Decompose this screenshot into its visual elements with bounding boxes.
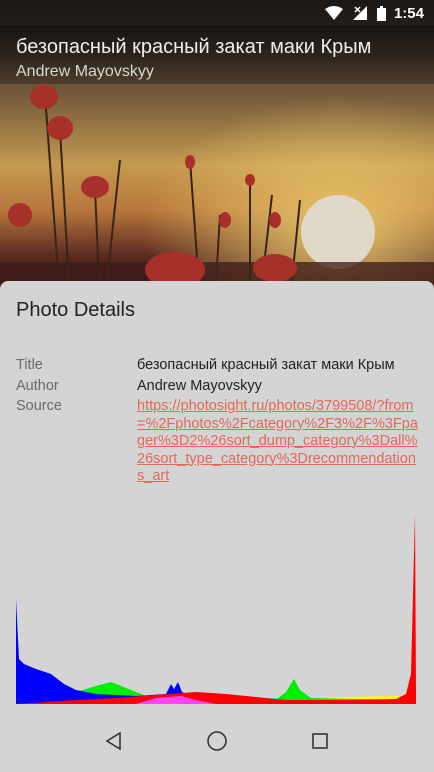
back-icon[interactable] xyxy=(99,726,129,756)
wifi-icon xyxy=(324,6,343,20)
photo-title-bar: безопасный красный закат маки Крым Andre… xyxy=(0,26,434,84)
detail-label: Author xyxy=(16,377,59,394)
battery-icon xyxy=(376,5,386,21)
details-list: Title безопасный красный закат маки Крым… xyxy=(16,357,420,489)
detail-row-source: Source https://photosight.ru/photos/3799… xyxy=(16,398,420,486)
photo-title: безопасный красный закат маки Крым xyxy=(16,36,372,58)
sheet-heading: Photo Details xyxy=(16,299,135,321)
detail-row-title: Title безопасный красный закат маки Крым xyxy=(16,357,420,375)
histogram-blue xyxy=(16,599,416,704)
source-link[interactable]: https://photosight.ru/photos/3799508/?fr… xyxy=(137,398,420,486)
photo-details-sheet: Photo Details Title безопасный красный з… xyxy=(0,281,434,709)
color-histogram xyxy=(16,514,416,704)
signal-icon xyxy=(352,6,367,20)
home-icon[interactable] xyxy=(202,726,232,756)
photo-author: Andrew Mayovskyy xyxy=(16,63,154,80)
status-time: 1:54 xyxy=(393,4,424,22)
detail-value: Andrew Mayovskyy xyxy=(137,377,262,394)
detail-row-author: Author Andrew Mayovskyy xyxy=(16,378,420,396)
navigation-bar xyxy=(0,709,434,772)
status-bar: 1:54 xyxy=(0,0,434,26)
detail-label: Title xyxy=(16,357,43,373)
detail-label: Source xyxy=(16,398,62,414)
histogram-red xyxy=(16,514,416,704)
recents-icon[interactable] xyxy=(305,726,335,756)
detail-value: безопасный красный закат маки Крым xyxy=(137,357,395,373)
